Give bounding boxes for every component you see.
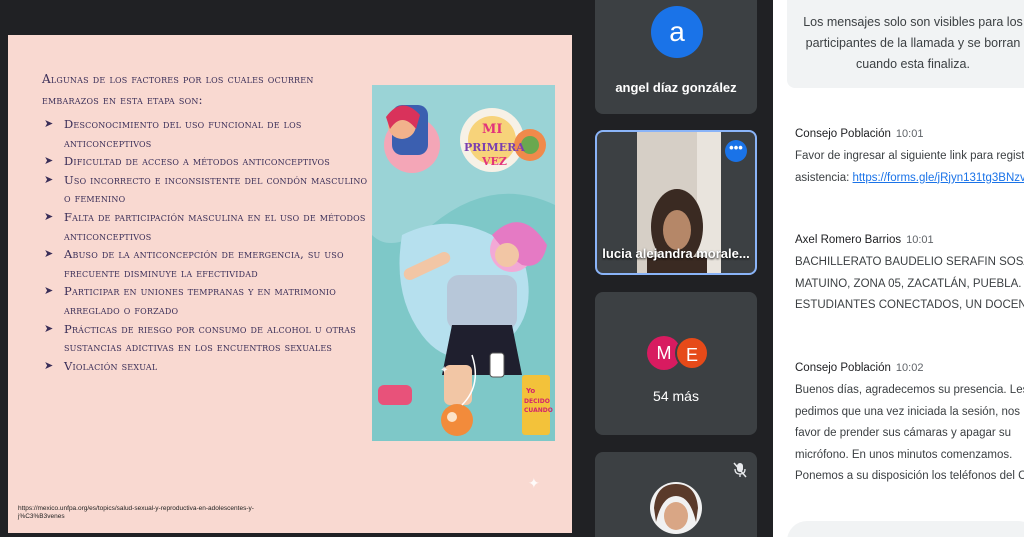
arrow-bullet-icon: ➤ bbox=[44, 172, 54, 186]
message-text: ESTUDIANTES CONECTADOS, UN DOCENTE bbox=[795, 299, 1024, 311]
participant-tiles: a angel díaz gonzález ••• lucia alejandr… bbox=[580, 0, 773, 537]
avatar bbox=[650, 482, 702, 534]
message-text: Buenos días, agradecemos su presencia. L… bbox=[795, 384, 1024, 396]
arrow-bullet-icon: ➤ bbox=[44, 358, 54, 372]
art-title-text: MI bbox=[482, 122, 502, 137]
chat-message: Axel Romero Barrios 10:01 BACHILLERATO BA… bbox=[795, 234, 1024, 317]
slide-bullet: ➤ Uso incorrecto e inconsistente del cond… bbox=[44, 172, 368, 206]
svg-text:DECIDO: DECIDO bbox=[524, 398, 550, 405]
message-time: 10:02 bbox=[895, 362, 924, 374]
more-options-icon[interactable]: ••• bbox=[725, 140, 747, 162]
svg-text:CUANDO: CUANDO bbox=[524, 407, 553, 414]
arrow-bullet-icon: ➤ bbox=[44, 154, 54, 168]
chat-message: Consejo Población 10:01 Favor de ingresar… bbox=[795, 128, 1024, 189]
chat-notice: Los mensajes solo son visibles para los … bbox=[787, 0, 1024, 88]
message-time: 10:01 bbox=[906, 234, 934, 246]
participant-name: angel díaz gonzález bbox=[615, 80, 737, 95]
participant-tile-selected[interactable]: ••• lucia alejandra morale... bbox=[595, 130, 757, 275]
arrow-bullet-icon: ➤ bbox=[44, 247, 54, 261]
chat-message-input[interactable] bbox=[787, 521, 1024, 537]
slide-bullet-list: ➤ Desconocimiento del uso funcional de lo… bbox=[42, 115, 372, 375]
chat-notice-text: Los mensajes solo son visibles para los … bbox=[803, 15, 1023, 71]
slide-bullet: ➤ Dificultad de acceso a métodos anticonc… bbox=[42, 152, 372, 171]
svg-text:PRIMERA: PRIMERA bbox=[464, 141, 525, 154]
svg-text:VEZ: VEZ bbox=[481, 155, 507, 168]
message-text: MATUINO, ZONA 05, ZACATLÁN, PUEBLA. 20 bbox=[795, 277, 1024, 290]
message-text: Favor de ingresar al siguiente link para… bbox=[795, 150, 1024, 162]
message-text: pedimos que una vez iniciada la sesión, … bbox=[795, 405, 1024, 418]
arrow-bullet-icon: ➤ bbox=[44, 117, 54, 130]
slide-heading: Algunas de los factores por los cuales o… bbox=[42, 72, 314, 107]
more-participants-count: 54 más bbox=[653, 388, 699, 404]
message-time: 10:01 bbox=[895, 128, 924, 140]
message-text: BACHILLERATO BAUDELIO SERAFIN SOSA TURNO bbox=[795, 256, 1024, 268]
more-participants-tile[interactable]: M E 54 más bbox=[595, 292, 757, 435]
sparkle-icon: ✦ bbox=[528, 475, 540, 491]
sparkle-icon: ✦ bbox=[440, 365, 449, 376]
message-text: asistencia: bbox=[795, 171, 853, 184]
slide-illustration: MI PRIMERA VEZ Yo DECIDO CUANDO bbox=[372, 85, 555, 441]
slide-bullet: ➤ Participar en uniones tempranas y en ma… bbox=[44, 284, 337, 317]
participant-tile[interactable]: a angel díaz gonzález bbox=[595, 0, 757, 114]
message-link[interactable]: https://forms.gle/jRjyn131tg3BNzvm8 bbox=[853, 172, 1024, 184]
message-sender: Consejo Población bbox=[795, 362, 891, 374]
slide-bullet: ➤ Falta de participación masculina en el … bbox=[44, 209, 366, 243]
message-text: favor de prender sus cámaras y apagar su bbox=[795, 427, 1012, 439]
arrow-bullet-icon: ➤ bbox=[44, 321, 54, 335]
message-sender: Consejo Población bbox=[795, 128, 891, 140]
svg-text:Yo: Yo bbox=[525, 387, 535, 395]
slide-bullet: ➤ Prácticas de riesgo por consumo de alco… bbox=[44, 321, 356, 355]
participant-name: lucia alejandra morale... bbox=[602, 246, 750, 261]
arrow-bullet-icon: ➤ bbox=[44, 284, 54, 298]
avatar: E bbox=[675, 336, 709, 370]
arrow-bullet-icon: ➤ bbox=[44, 209, 54, 223]
slide-bullet: ➤ Desconocimiento del uso funcional de lo… bbox=[44, 117, 302, 150]
presentation-stage: Algunas de los factores por los cuales o… bbox=[0, 0, 580, 537]
shared-slide: Algunas de los factores por los cuales o… bbox=[8, 35, 572, 533]
avatar: a bbox=[651, 6, 703, 58]
chat-panel: Los mensajes solo son visibles para los … bbox=[773, 0, 1024, 537]
slide-bullet: ➤ Abuso de la anticoncepción de emergenci… bbox=[44, 247, 344, 280]
slide-source-url: https://mexico.unfpa.org/es/topics/salud… bbox=[18, 505, 254, 520]
chat-message: Consejo Población 10:02 Buenos días, agra… bbox=[795, 362, 1024, 488]
message-text: micrófono. En unos minutos comenzamos. bbox=[795, 448, 1013, 461]
mic-off-icon bbox=[733, 462, 747, 478]
message-text: Ponemos a su disposición los teléfonos d… bbox=[795, 470, 1024, 482]
participant-tile[interactable] bbox=[595, 452, 757, 537]
slide-bullet: ➤ Violación sexual bbox=[42, 357, 372, 376]
message-sender: Axel Romero Barrios bbox=[795, 234, 902, 246]
